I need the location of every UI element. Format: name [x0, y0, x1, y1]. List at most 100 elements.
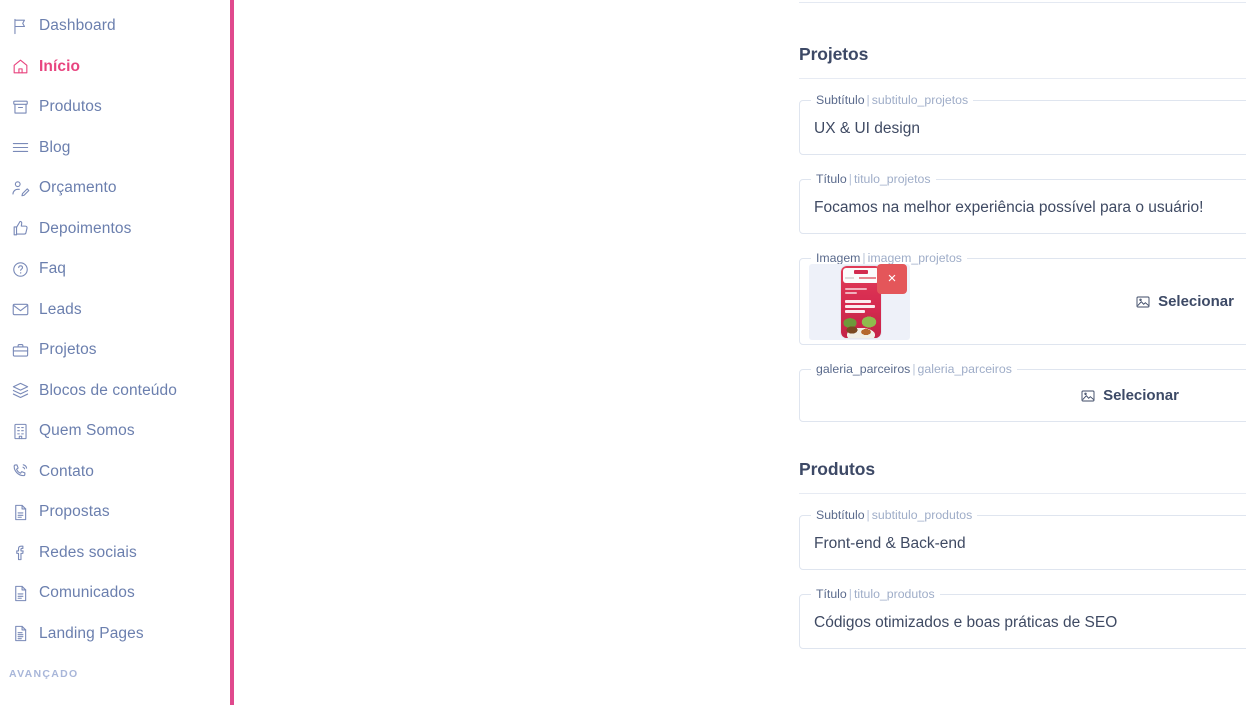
field-legend: Subtítulo | subtitulo_projetos [811, 93, 974, 108]
text-field-titulo_projetos[interactable]: Título | titulo_projetos Focamos na melhor … [799, 172, 1246, 235]
section-divider [799, 493, 1246, 494]
image-field-body: × Selecionar [800, 259, 1246, 344]
remove-image-button[interactable]: × [877, 263, 907, 294]
field-legend-separator: | [912, 362, 916, 376]
sidebar-item-label: Quem Somos [39, 422, 135, 440]
section-divider [799, 78, 1246, 79]
sidebar-item-faq[interactable]: Faq [0, 249, 234, 290]
field-legend-label: Subtítulo [816, 508, 865, 522]
sidebar-item-redes-sociais[interactable]: Redes sociais [0, 533, 234, 574]
field-legend-label: galeria_parceiros [816, 362, 911, 376]
field-legend: galeria_parceiros | galeria_parceiros [811, 362, 1017, 377]
sidebar-item-label: Dashboard [39, 17, 116, 35]
sidebar-item-landing-pages[interactable]: Landing Pages [0, 614, 234, 655]
field-legend-key: titulo_produtos [853, 587, 935, 601]
image-icon [1135, 294, 1151, 310]
phone-ring-icon [9, 461, 31, 483]
select-image-label: Selecionar [1103, 387, 1179, 404]
text-field-titulo_produtos[interactable]: Título | titulo_produtos Códigos otimizados… [799, 587, 1246, 650]
select-image-button[interactable]: Selecionar [800, 387, 1246, 404]
sidebar-item-blog[interactable]: Blog [0, 128, 234, 169]
text-field-value[interactable]: Focamos na melhor experiência possível p… [800, 180, 1246, 235]
field-legend-separator: | [866, 93, 870, 107]
image-thumbnail[interactable]: × [809, 263, 910, 340]
gallery-field-body: Selecionar [800, 370, 1246, 421]
image-icon [1080, 388, 1096, 404]
sidebar-item-label: Redes sociais [39, 543, 137, 561]
sidebar-item-propostas[interactable]: Propostas [0, 492, 234, 533]
main-content: Projetos Subtítulo | subtitulo_projetos UX &… [234, 0, 1246, 705]
sidebar-item-label: Produtos [39, 98, 102, 116]
sidebar-item-or-amento[interactable]: Orçamento [0, 168, 234, 209]
sidebar-item-quem-somos[interactable]: Quem Somos [0, 411, 234, 452]
sidebar-item-label: Projetos [39, 341, 97, 359]
sidebar-nav-list: Dashboard Início Produtos Blog Orçamento Depo… [0, 6, 234, 654]
sidebar-item-label: Início [39, 57, 81, 75]
question-circle-icon [9, 258, 31, 280]
text-field-subtitulo_projetos[interactable]: Subtítulo | subtitulo_projetos UX & UI desi… [799, 93, 1246, 156]
select-image-button[interactable]: Selecionar [910, 293, 1246, 310]
sidebar-item-label: Blog [39, 138, 71, 156]
select-image-label: Selecionar [1158, 293, 1234, 310]
document-icon [9, 501, 31, 523]
sidebar-item-produtos[interactable]: Produtos [0, 87, 234, 128]
thumbnail-preview [841, 265, 881, 338]
sidebar-item-label: Landing Pages [39, 624, 144, 642]
section-title: Projetos [799, 44, 869, 64]
archive-box-icon [9, 96, 31, 118]
form-sections: Projetos Subtítulo | subtitulo_projetos UX &… [799, 0, 1246, 649]
field-legend-label: Subtítulo [816, 93, 865, 107]
sidebar-item-label: Blocos de conteúdo [39, 381, 177, 399]
sidebar-item-blocos-de-conte-do[interactable]: Blocos de conteúdo [0, 371, 234, 412]
document-lines-icon [9, 623, 31, 645]
field-legend-key: galeria_parceiros [917, 362, 1012, 376]
field-legend-label: Título [816, 587, 847, 601]
field-legend: Título | titulo_produtos [811, 587, 940, 602]
field-legend-label: Título [816, 172, 847, 186]
sidebar-item-in-cio[interactable]: Início [0, 47, 234, 88]
sidebar-item-label: Depoimentos [39, 219, 132, 237]
text-field-value[interactable]: Códigos otimizados e boas práticas de SE… [800, 595, 1246, 650]
sidebar: Dashboard Início Produtos Blog Orçamento Depo… [0, 0, 234, 705]
sidebar-item-projetos[interactable]: Projetos [0, 330, 234, 371]
text-field-subtitulo_produtos[interactable]: Subtítulo | subtitulo_produtos Front-end & … [799, 508, 1246, 571]
field-legend-key: subtitulo_produtos [871, 508, 973, 522]
field-legend-key: imagem_projetos [867, 251, 962, 265]
field-legend-separator: | [848, 587, 852, 601]
text-field-value[interactable]: UX & UI design [800, 101, 1246, 156]
close-icon: × [887, 270, 897, 287]
sidebar-item-depoimentos[interactable]: Depoimentos [0, 209, 234, 250]
sidebar-item-leads[interactable]: Leads [0, 290, 234, 331]
layers-icon [9, 380, 31, 402]
document-icon [9, 582, 31, 604]
home-icon [9, 56, 31, 78]
image-field-imagem_projetos: Imagem | imagem_projetos × Selecionar [799, 251, 1246, 345]
field-legend-key: subtitulo_projetos [871, 93, 969, 107]
sidebar-item-label: Comunicados [39, 584, 135, 602]
sidebar-item-label: Contato [39, 462, 94, 480]
field-legend-label: Imagem [816, 251, 861, 265]
admin-page: Dashboard Início Produtos Blog Orçamento Depo… [0, 0, 1246, 705]
field-legend: Título | titulo_projetos [811, 172, 936, 187]
briefcase-icon [9, 339, 31, 361]
form-section: Produtos Subtítulo | subtitulo_produtos Fron… [799, 459, 1246, 649]
sidebar-item-label: Leads [39, 300, 82, 318]
sidebar-item-label: Orçamento [39, 179, 117, 197]
field-legend-separator: | [848, 172, 852, 186]
field-legend-separator: | [866, 508, 870, 522]
section-title: Produtos [799, 459, 876, 479]
sidebar-section-label-advanced: AVANÇADO [9, 668, 79, 680]
form-section: Projetos Subtítulo | subtitulo_projetos UX &… [799, 44, 1246, 422]
sidebar-item-comunicados[interactable]: Comunicados [0, 573, 234, 614]
gallery-field-galeria_parceiros: galeria_parceiros | galeria_parceiros Selec… [799, 362, 1246, 422]
user-edit-icon [9, 177, 31, 199]
field-legend-separator: | [862, 251, 866, 265]
building-icon [9, 420, 31, 442]
sidebar-item-dashboard[interactable]: Dashboard [0, 6, 234, 47]
list-lines-icon [9, 137, 31, 159]
envelope-icon [9, 299, 31, 321]
sidebar-item-label: Faq [39, 260, 67, 278]
text-field-value[interactable]: Front-end & Back-end [800, 516, 1246, 571]
sidebar-item-contato[interactable]: Contato [0, 452, 234, 493]
facebook-icon [9, 542, 31, 564]
